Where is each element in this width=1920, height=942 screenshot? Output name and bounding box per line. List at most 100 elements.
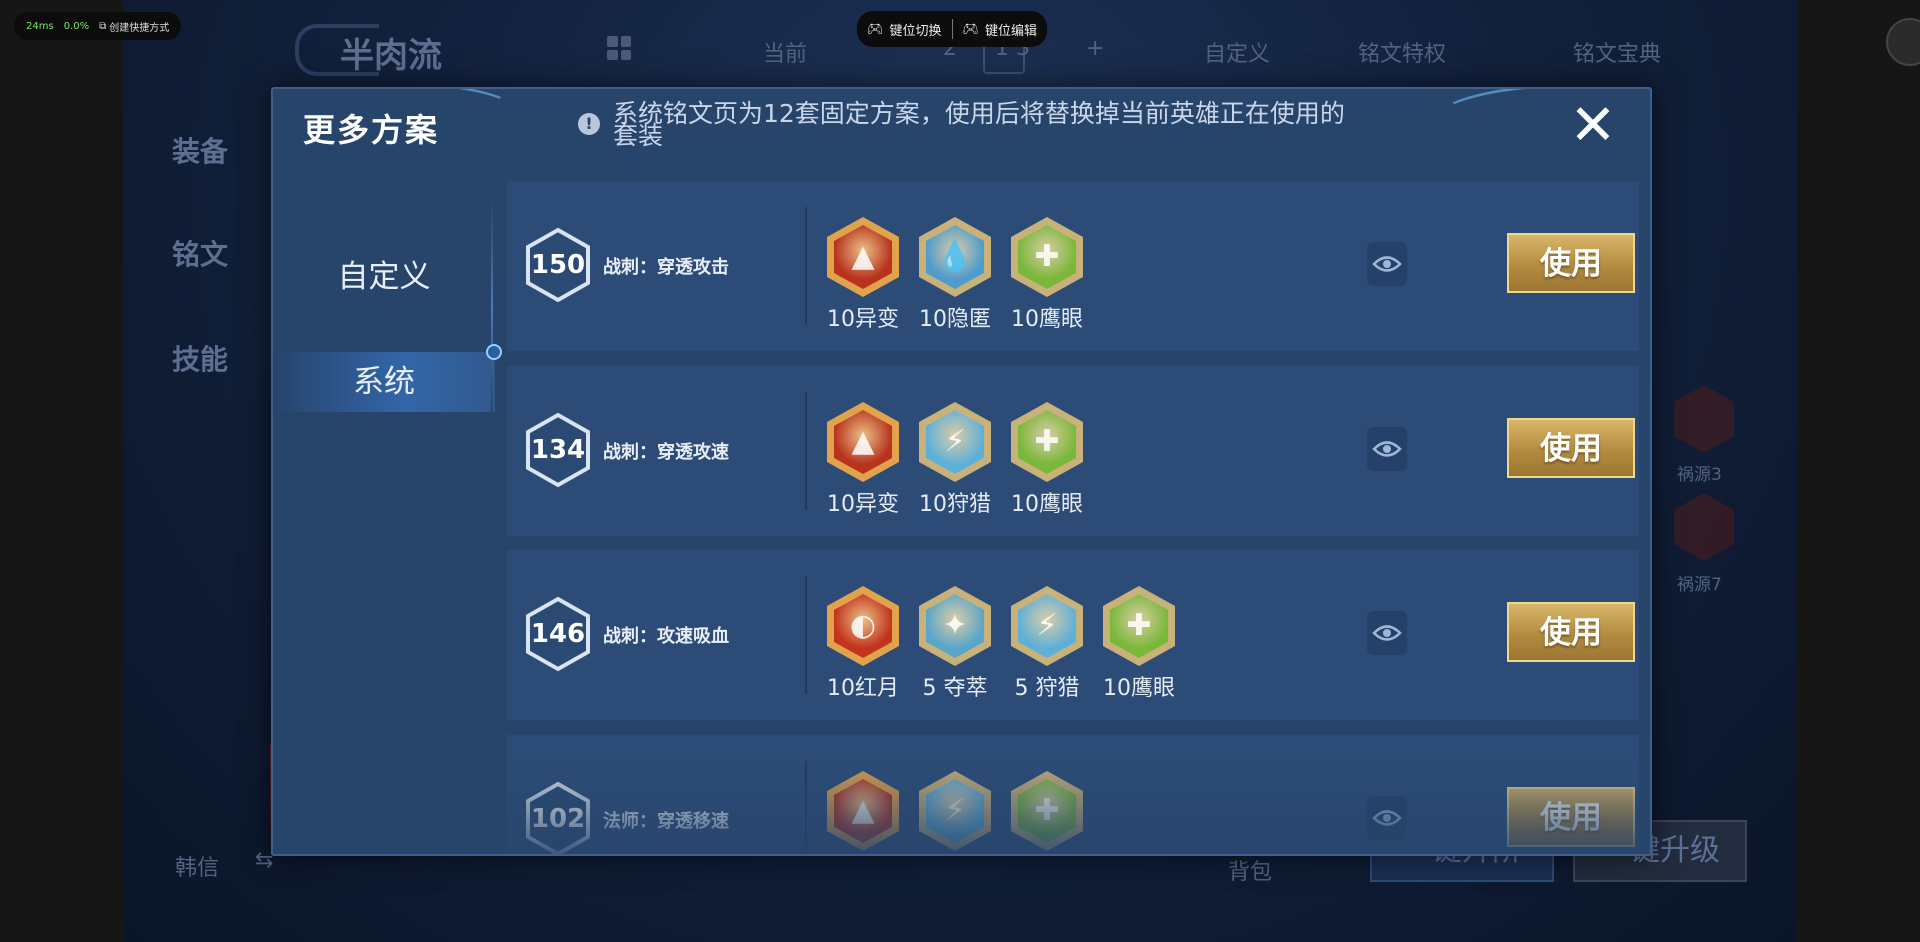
rune-label: 10红月 xyxy=(827,676,899,701)
shortcut-label: 创建快捷方式 xyxy=(109,22,170,34)
rune-slot[interactable]: ✚ 10鹰眼 xyxy=(1009,402,1085,518)
rune-glyph: ✦ xyxy=(942,608,968,643)
eye-icon xyxy=(1372,625,1402,641)
custom-tab[interactable]: 自定义 xyxy=(1204,36,1270,68)
toolbar-divider xyxy=(951,19,953,39)
rune-slot[interactable]: ▲ 10异变 xyxy=(825,217,901,333)
rune-slot[interactable]: ✚ 10鹰眼 xyxy=(1009,217,1085,333)
tab-system[interactable]: 系统 xyxy=(273,352,495,412)
rune-slot[interactable]: ✚ 10鹰眼 xyxy=(1101,586,1177,702)
scheme-category-nav: 自定义 系统 xyxy=(273,179,495,854)
use-scheme-button[interactable]: 使用 xyxy=(1507,602,1635,662)
rune-glyph: ⚡ xyxy=(944,424,966,459)
rune-slot[interactable]: ✦ 5 夺萃 xyxy=(917,586,993,702)
swirl-decoration xyxy=(1433,89,1650,159)
scheme-card: 102 法师：穿透移速 ▲ ⚡ ✚ 使用 xyxy=(507,735,1639,854)
letterbox-left xyxy=(0,0,123,942)
rune-slot[interactable]: ◐ 10红月 xyxy=(825,586,901,702)
card-divider xyxy=(805,761,807,854)
nav-divider xyxy=(491,199,493,419)
rune-icon xyxy=(1674,493,1734,561)
shortcut-icon: ⧉ xyxy=(99,20,107,32)
rune-icon: 💧 xyxy=(919,217,991,297)
rune-icon: ✦ xyxy=(919,586,991,666)
bag-button[interactable]: 背包 xyxy=(1228,854,1272,886)
rune-icon: ⚡ xyxy=(919,402,991,482)
tab-custom[interactable]: 自定义 xyxy=(273,247,495,307)
rune-slot[interactable]: 💧 10隐匿 xyxy=(917,217,993,333)
gamepad-icon: 🎮︎ xyxy=(867,21,884,37)
score-badge: 102 xyxy=(525,781,591,854)
dialog-header: 更多方案 ! 系统铭文页为12套固定方案，使用后将替换掉当前英雄正在使用的套装 … xyxy=(273,89,1650,179)
side-tab-runes[interactable]: 铭文 xyxy=(172,233,228,273)
info-icon: ! xyxy=(578,113,600,135)
rune-glyph: ✚ xyxy=(1034,793,1060,828)
rune-slot[interactable]: ⚡ xyxy=(917,771,993,854)
more-schemes-dialog: 更多方案 ! 系统铭文页为12套固定方案，使用后将替换掉当前英雄正在使用的套装 … xyxy=(271,87,1652,856)
rune-glyph: ✚ xyxy=(1034,424,1060,459)
page-current-label: 当前 xyxy=(763,42,808,67)
card-divider xyxy=(805,392,807,510)
scheme-name: 战刺：穿透攻速 xyxy=(603,442,729,463)
card-divider xyxy=(805,576,807,694)
grid-icon[interactable] xyxy=(607,36,631,60)
rune-slot[interactable]: ⚡ 10狩猎 xyxy=(917,402,993,518)
keymap-toolbar: 🎮︎ 键位切换 🎮︎ 键位编辑 xyxy=(857,11,1048,47)
preview-button[interactable] xyxy=(1367,427,1407,471)
use-scheme-button[interactable]: 使用 xyxy=(1507,233,1635,293)
dialog-notice: 系统铭文页为12套固定方案，使用后将替换掉当前英雄正在使用的套装 xyxy=(613,99,1345,150)
rune-label: 5 夺萃 xyxy=(922,676,988,701)
rune-label: 10鹰眼 xyxy=(1011,307,1083,332)
rune-label: 10异变 xyxy=(827,307,899,332)
rune-icon: ✚ xyxy=(1011,771,1083,851)
preview-button[interactable] xyxy=(1367,796,1407,840)
rune-icon: ✚ xyxy=(1011,217,1083,297)
rune-ghost-label: 祸源3 xyxy=(1677,465,1722,485)
latency-readout: 24ms xyxy=(26,20,54,32)
rune-slot[interactable]: ✚ xyxy=(1009,771,1085,854)
eye-icon xyxy=(1372,441,1402,457)
rune-codex-button[interactable]: 铭文宝典 xyxy=(1573,36,1661,68)
close-icon[interactable]: ✕ xyxy=(1568,98,1618,154)
rune-label: 10隐匿 xyxy=(919,307,991,332)
rune-label: 10狩猎 xyxy=(919,492,991,517)
gamepad-icon: 🎮︎ xyxy=(962,21,980,37)
score-badge: 146 xyxy=(525,596,591,672)
add-page-button[interactable]: + xyxy=(1086,36,1104,61)
nav-active-indicator xyxy=(486,344,502,360)
rune-privilege-button[interactable]: 铭文特权 xyxy=(1358,36,1446,68)
create-shortcut-button[interactable]: ⧉ 创建快捷方式 xyxy=(99,19,169,34)
score-value: 134 xyxy=(530,435,586,465)
key-switch-button[interactable]: 🎮︎ 键位切换 xyxy=(867,20,942,39)
rune-icon: ▲ xyxy=(827,771,899,851)
rune-ghost-label: 祸源7 xyxy=(1677,575,1722,595)
rune-glyph: ▲ xyxy=(851,793,875,828)
use-scheme-button[interactable]: 使用 xyxy=(1507,418,1635,478)
side-tab-skills[interactable]: 技能 xyxy=(172,338,228,378)
letterbox-right xyxy=(1797,0,1920,942)
rune-glyph: ▲ xyxy=(851,239,875,274)
hero-name: 韩信 xyxy=(175,856,220,881)
score-value: 150 xyxy=(530,250,586,280)
score-badge: 134 xyxy=(525,412,591,488)
key-switch-label: 键位切换 xyxy=(889,23,942,39)
rune-icon: ⚡ xyxy=(919,771,991,851)
preview-button[interactable] xyxy=(1367,242,1407,286)
use-scheme-button[interactable]: 使用 xyxy=(1507,787,1635,847)
scheme-card: 134 战刺：穿透攻速 ▲ 10异变 ⚡ 10狩猎 ✚ 10鹰眼 使用 xyxy=(507,366,1639,536)
rune-slot[interactable]: ▲ 10异变 xyxy=(825,402,901,518)
screen: 24ms 0.0% ⧉ 创建快捷方式 🎮︎ 键位切换 🎮︎ 键位编辑 半肉流 当… xyxy=(0,0,1920,942)
side-tab-equipment[interactable]: 装备 xyxy=(172,130,228,170)
key-edit-button[interactable]: 🎮︎ 键位编辑 xyxy=(963,20,1038,39)
rune-slot[interactable]: ⚡ 5 狩猎 xyxy=(1009,586,1085,702)
scheme-list: 150 战刺：穿透攻击 ▲ 10异变 💧 10隐匿 ✚ 10鹰眼 使用 134 战刺：穿透攻速 ▲ 10… xyxy=(507,181,1639,854)
scheme-name: 战刺：穿透攻击 xyxy=(603,257,729,278)
preview-button[interactable] xyxy=(1367,611,1407,655)
rune-icon xyxy=(1674,385,1734,453)
eye-icon xyxy=(1372,810,1402,826)
card-divider xyxy=(805,207,807,325)
rune-icon: ▲ xyxy=(827,217,899,297)
rune-glyph: 💧 xyxy=(936,239,974,274)
rune-label: 10鹰眼 xyxy=(1103,676,1175,701)
rune-slot[interactable]: ▲ xyxy=(825,771,901,854)
